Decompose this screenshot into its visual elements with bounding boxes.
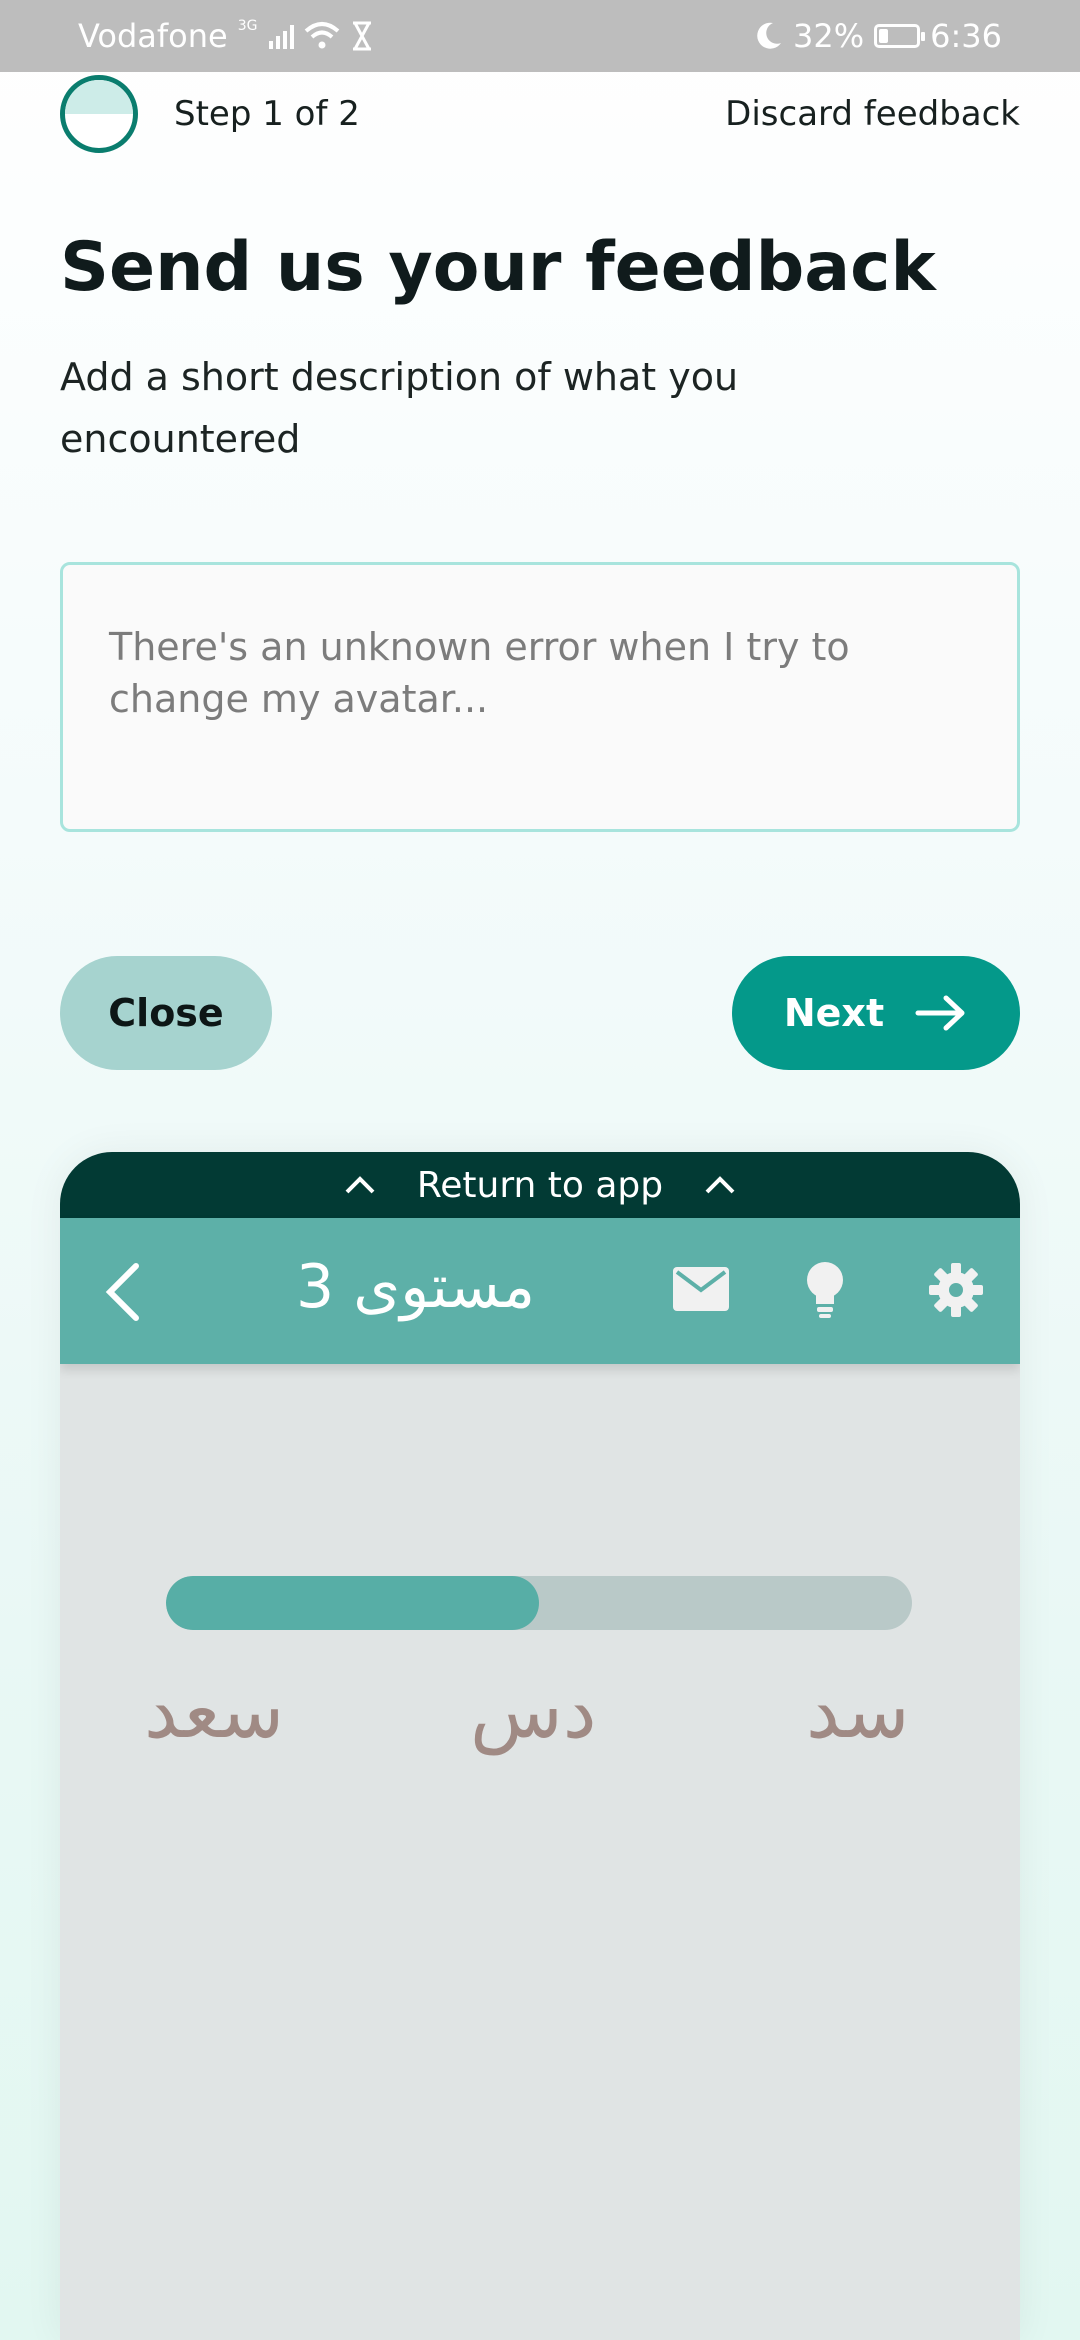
chevron-up-icon (345, 1176, 375, 1194)
wifi-icon (305, 22, 340, 49)
step-progress-circle (60, 75, 138, 153)
clock: 6:36 (930, 17, 1002, 55)
discard-feedback-link[interactable]: Discard feedback (725, 94, 1020, 134)
chevron-left-icon[interactable] (102, 1262, 142, 1322)
level-progress-bar (166, 1576, 912, 1630)
network-type: 3G (237, 18, 258, 34)
status-left: Vodafone 3G (78, 17, 374, 55)
next-button[interactable]: Next (732, 956, 1020, 1070)
battery-icon (874, 24, 926, 48)
arrow-right-icon (915, 995, 965, 1031)
app-preview: Return to app مستوى 3 سعد دس سد (60, 1152, 1020, 2340)
page-description: Add a short description of what you enco… (60, 355, 739, 461)
close-button[interactable]: Close (60, 956, 272, 1070)
lightbulb-icon[interactable] (804, 1260, 846, 1320)
step-indicator: Step 1 of 2 (60, 75, 360, 153)
status-right: 32% 6:36 (755, 17, 1002, 55)
carrier-name: Vodafone (78, 17, 228, 55)
battery-percent: 32% (793, 17, 865, 55)
feedback-description-input[interactable] (60, 562, 1020, 832)
level-progress-fill (166, 1576, 539, 1630)
app-toolbar: مستوى 3 (60, 1218, 1020, 1364)
step-header: Step 1 of 2 Discard feedback (60, 72, 1020, 156)
gear-icon[interactable] (928, 1262, 984, 1318)
app-level-title: مستوى 3 (296, 1252, 535, 1322)
hourglass-icon (353, 21, 372, 51)
moon-icon (757, 22, 782, 49)
return-to-app-label: Return to app (416, 1164, 664, 1206)
page-title: Send us your feedback (60, 228, 936, 307)
return-to-app-bar[interactable]: Return to app (60, 1152, 1020, 1218)
signal-icon (269, 23, 295, 49)
word-option[interactable]: دس (470, 1666, 597, 1755)
word-option[interactable]: سد (806, 1666, 910, 1755)
chevron-up-icon (705, 1176, 735, 1194)
mail-icon[interactable] (672, 1266, 730, 1312)
status-bar: Vodafone 3G 32% 6:36 (0, 0, 1080, 72)
word-option[interactable]: سعد (144, 1666, 284, 1755)
step-label: Step 1 of 2 (174, 94, 360, 134)
next-button-label: Next (783, 991, 885, 1035)
